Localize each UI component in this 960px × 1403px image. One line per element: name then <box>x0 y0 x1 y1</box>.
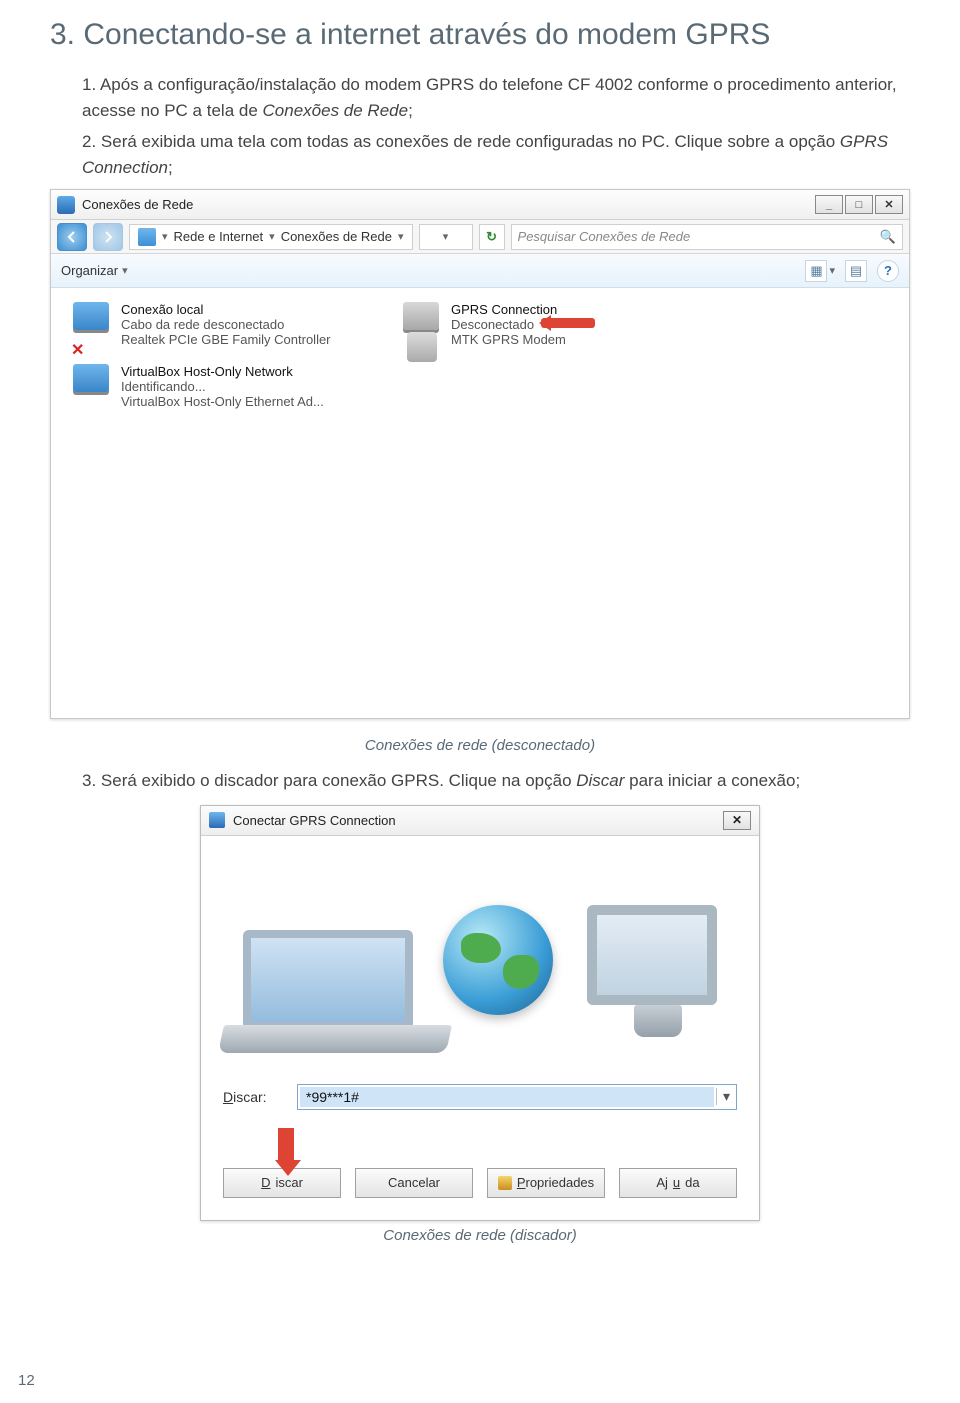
step-3-text: 3. Será exibido o discador para conexão … <box>82 771 576 790</box>
step-3-italic: Discar <box>576 771 624 790</box>
view-icons-button[interactable]: ▦ <box>805 260 827 282</box>
crumb-1: Rede e Internet <box>174 229 264 244</box>
dialer-titlebar: Conectar GPRS Connection ✕ <box>201 806 759 836</box>
step-2-text: 2. Será exibida uma tela com todas as co… <box>82 132 840 151</box>
conn-status: Cabo da rede desconectado <box>121 317 331 332</box>
pc-stand-icon <box>634 1005 682 1037</box>
toolbar: Organizar ▾ ▦ ▾ ▤ ? <box>51 254 909 288</box>
globe-icon <box>443 905 553 1015</box>
section-title: 3. Conectando-se a internet através do m… <box>50 18 910 52</box>
dial-value: *99***1# <box>300 1087 714 1107</box>
step-3-suffix: para iniciar a conexão; <box>624 771 800 790</box>
conn-adapter: VirtualBox Host-Only Ethernet Ad... <box>121 394 324 409</box>
chevron-down-icon: ▾ <box>829 264 835 277</box>
conn-name: VirtualBox Host-Only Network <box>121 364 324 379</box>
crumb-2: Conexões de Rede <box>281 229 392 244</box>
properties-button[interactable]: Propriedades <box>487 1168 605 1198</box>
pc-monitor-icon <box>587 905 717 1005</box>
step-1-suffix: ; <box>408 101 413 120</box>
chevron-down-icon: ▾ <box>122 264 128 277</box>
close-button[interactable]: ✕ <box>723 811 751 830</box>
laptop-base-icon <box>218 1025 452 1053</box>
window-title: Conexões de Rede <box>82 197 193 212</box>
help-button[interactable]: ? <box>877 260 899 282</box>
chevron-down-icon: ▾ <box>716 1088 736 1105</box>
error-x-icon: ✕ <box>71 340 84 360</box>
chevron-down-icon: ▾ <box>269 230 275 243</box>
dial-combo[interactable]: *99***1# ▾ <box>297 1084 737 1110</box>
maximize-button[interactable]: □ <box>845 195 873 214</box>
connection-item-local[interactable]: ✕ Conexão local Cabo da rede desconectad… <box>121 302 331 347</box>
network-connections-window: Conexões de Rede _ □ ✕ ▾ Rede e Internet… <box>50 189 910 719</box>
search-icon: 🔍 <box>880 229 896 245</box>
preview-pane-button[interactable]: ▤ <box>845 260 867 282</box>
folder-icon <box>138 228 156 246</box>
dialer-illustration <box>223 850 737 1060</box>
highlight-arrow-icon <box>541 318 595 328</box>
network-icon <box>57 196 75 214</box>
search-input[interactable]: Pesquisar Conexões de Rede 🔍 <box>511 224 903 250</box>
modem-icon <box>407 332 437 362</box>
back-button[interactable] <box>57 223 87 251</box>
dial-row: DDiscar:iscar: *99***1# ▾ <box>223 1084 737 1110</box>
connection-item-virtualbox[interactable]: VirtualBox Host-Only Network Identifican… <box>121 364 324 409</box>
organize-menu[interactable]: Organizar <box>61 263 118 278</box>
chevron-down-icon: ▾ <box>398 230 404 243</box>
step-1-italic: Conexões de Rede <box>263 101 409 120</box>
step-2: 2. Será exibida uma tela com todas as co… <box>82 129 910 182</box>
page-number: 12 <box>18 1372 35 1389</box>
dialer-title: Conectar GPRS Connection <box>233 813 396 828</box>
connection-icon <box>209 812 225 828</box>
conn-adapter: Realtek PCIe GBE Family Controller <box>121 332 331 347</box>
caption-1: Conexões de rede (desconectado) <box>50 737 910 754</box>
address-bar: ▾ Rede e Internet ▾ Conexões de Rede ▾ ▾… <box>51 220 909 254</box>
steps-list-2: 3. Será exibido o discador para conexão … <box>50 768 910 794</box>
chevron-down-icon: ▾ <box>162 230 168 243</box>
monitor-icon <box>73 302 113 338</box>
step-1-text: 1. Após a configuração/instalação do mod… <box>82 75 897 120</box>
conn-name: Conexão local <box>121 302 331 317</box>
connections-list: ✕ Conexão local Cabo da rede desconectad… <box>51 288 909 718</box>
laptop-icon <box>243 930 413 1030</box>
caption-2: Conexões de rede (discador) <box>50 1227 910 1244</box>
dial-label: DDiscar:iscar: <box>223 1089 283 1105</box>
refresh-button[interactable]: ↻ <box>479 224 505 250</box>
breadcrumb[interactable]: ▾ Rede e Internet ▾ Conexões de Rede ▾ <box>129 224 413 250</box>
step-1: 1. Após a configuração/instalação do mod… <box>82 72 910 125</box>
highlight-arrow-icon <box>275 1128 297 1174</box>
conn-adapter: MTK GPRS Modem <box>451 332 566 347</box>
step-2-suffix: ; <box>168 158 173 177</box>
forward-button[interactable] <box>93 223 123 251</box>
help-button[interactable]: Ajuda <box>619 1168 737 1198</box>
titlebar: Conexões de Rede _ □ ✕ <box>51 190 909 220</box>
minimize-button[interactable]: _ <box>815 195 843 214</box>
steps-list: 1. Após a configuração/instalação do mod… <box>50 72 910 181</box>
search-placeholder: Pesquisar Conexões de Rede <box>518 229 691 244</box>
monitor-icon <box>73 364 113 400</box>
shield-icon <box>498 1176 512 1190</box>
close-button[interactable]: ✕ <box>875 195 903 214</box>
step-3: 3. Será exibido o discador para conexão … <box>82 768 910 794</box>
cancel-button[interactable]: Cancelar <box>355 1168 473 1198</box>
dialer-window: Conectar GPRS Connection ✕ DDiscar:iscar… <box>200 805 760 1221</box>
conn-status: Identificando... <box>121 379 324 394</box>
history-dropdown[interactable]: ▾ <box>419 224 473 250</box>
